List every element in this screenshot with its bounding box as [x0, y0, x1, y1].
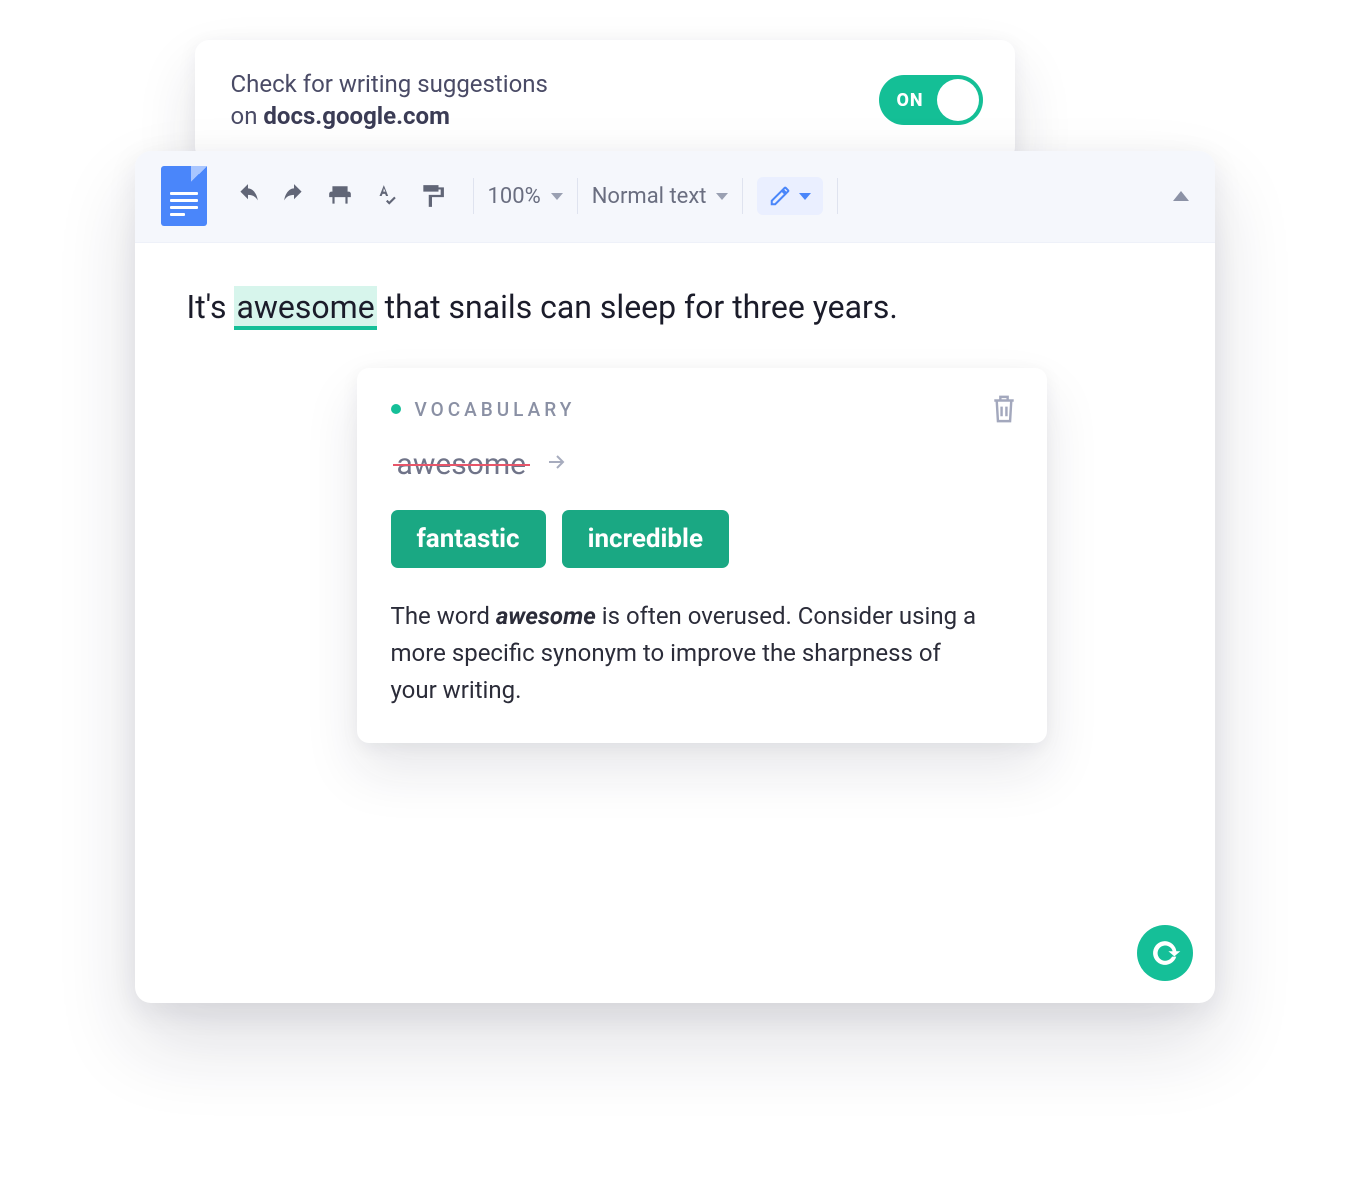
undo-button[interactable] — [235, 183, 261, 209]
paragraph-style-dropdown[interactable]: Normal text — [592, 184, 729, 209]
suggestion-card: VOCABULARY awesome fantastic incredible — [357, 368, 1047, 744]
editing-mode-dropdown[interactable] — [757, 177, 823, 215]
grammarly-badge[interactable] — [1137, 925, 1193, 981]
toggle-label: ON — [897, 90, 924, 111]
extension-toggle[interactable]: ON — [879, 75, 983, 125]
chevron-down-icon — [716, 193, 728, 200]
zoom-dropdown[interactable]: 100% — [488, 184, 563, 209]
text-before: It's — [187, 288, 235, 326]
replacement-chip[interactable]: incredible — [562, 510, 729, 568]
chevron-down-icon — [551, 193, 563, 200]
highlighted-word[interactable]: awesome — [234, 286, 376, 330]
zoom-value: 100% — [488, 184, 541, 209]
toolbar-divider — [837, 178, 838, 214]
extension-toggle-card: Check for writing suggestions on docs.go… — [195, 40, 1015, 161]
arrow-right-icon — [544, 450, 568, 478]
docs-toolbar: 100% Normal text — [135, 151, 1215, 243]
docs-window: 100% Normal text It's awesome that snail… — [135, 151, 1215, 1003]
toolbar-divider — [577, 178, 578, 214]
grammarly-icon — [1148, 936, 1182, 970]
extension-toggle-label: Check for writing suggestions on docs.go… — [231, 68, 548, 133]
suggestion-explanation: The word awesome is often overused. Cons… — [391, 598, 991, 710]
document-text-line[interactable]: It's awesome that snails can sleep for t… — [187, 285, 1163, 330]
toolbar-divider — [742, 178, 743, 214]
trash-icon — [989, 392, 1019, 426]
text-after: that snails can sleep for three years. — [377, 288, 898, 326]
spellcheck-button[interactable] — [373, 183, 399, 209]
explanation-keyword: awesome — [496, 602, 596, 630]
style-value: Normal text — [592, 184, 707, 209]
suggestion-category: VOCABULARY — [415, 398, 576, 421]
replacement-chips: fantastic incredible — [391, 510, 1013, 568]
toolbar-divider — [473, 178, 474, 214]
original-word: awesome — [397, 447, 527, 482]
replacement-chip[interactable]: fantastic — [391, 510, 546, 568]
pencil-icon — [769, 185, 791, 207]
collapse-toolbar-button[interactable] — [1173, 191, 1189, 201]
print-button[interactable] — [327, 183, 353, 209]
toggle-knob — [937, 79, 979, 121]
extension-domain: docs.google.com — [263, 102, 449, 130]
redo-button[interactable] — [281, 183, 307, 209]
category-dot-icon — [391, 404, 401, 414]
chevron-down-icon — [799, 193, 811, 200]
document-body[interactable]: It's awesome that snails can sleep for t… — [135, 243, 1215, 1003]
extension-on-word: on — [231, 102, 258, 130]
google-docs-icon[interactable] — [161, 166, 207, 226]
paint-format-button[interactable] — [419, 183, 445, 209]
dismiss-suggestion-button[interactable] — [989, 392, 1019, 430]
extension-prefix: Check for writing suggestions — [231, 70, 548, 98]
